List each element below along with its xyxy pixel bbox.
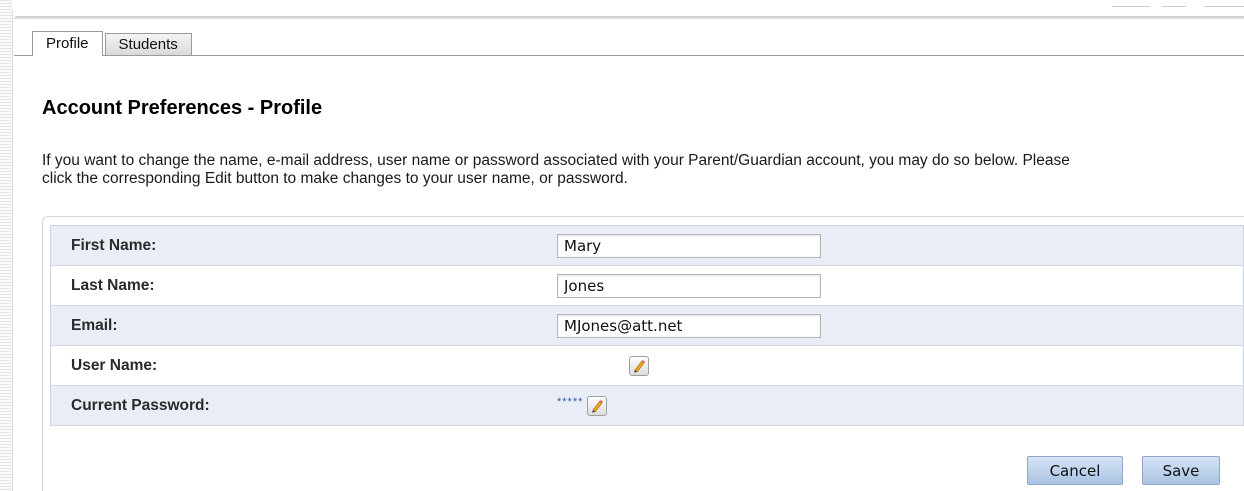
last-name-input[interactable] — [557, 273, 821, 298]
current-password-label: Current Password: — [50, 385, 557, 426]
masked-password: ***** — [557, 395, 584, 408]
content-frame-top-border — [14, 16, 1244, 19]
current-password-cell: ***** — [557, 385, 1244, 426]
page-description: If you want to change the name, e-mail a… — [42, 152, 1244, 188]
description-line: click the corresponding Edit button to m… — [42, 170, 628, 187]
user-name-label: User Name: — [50, 345, 557, 386]
top-edge-mark — [1162, 6, 1186, 7]
description-line: If you want to change the name, e-mail a… — [42, 152, 1070, 169]
email-label: Email: — [50, 305, 557, 346]
edit-password-button[interactable] — [587, 395, 608, 416]
form-row-user-name: User Name: — [50, 345, 1244, 386]
last-name-label: Last Name: — [50, 265, 557, 306]
first-name-cell — [557, 225, 1244, 266]
page-title: Account Preferences - Profile — [42, 97, 323, 119]
pencil-icon — [634, 359, 645, 372]
pencil-icon — [592, 399, 604, 412]
tab-students[interactable]: Students — [104, 33, 192, 56]
first-name-input[interactable] — [557, 233, 821, 258]
left-rail-scrollbar[interactable] — [0, 0, 13, 491]
profile-form-table: First Name: Last Name: Email: User Name: — [50, 225, 1244, 426]
form-row-last-name: Last Name: — [50, 265, 1244, 306]
tab-baseline — [14, 55, 1244, 56]
save-button[interactable]: Save — [1142, 456, 1220, 485]
tab-bar: Profile Students — [32, 30, 194, 56]
top-edge — [12, 0, 1244, 10]
user-name-cell — [557, 345, 1244, 386]
form-actions: Cancel Save — [1027, 456, 1220, 485]
first-name-label: First Name: — [50, 225, 557, 266]
form-row-email: Email: — [50, 305, 1244, 346]
edit-user-name-button[interactable] — [629, 355, 649, 376]
email-input[interactable] — [557, 313, 821, 338]
account-preferences-page: Profile Students Account Preferences - P… — [0, 0, 1244, 491]
email-cell — [557, 305, 1244, 346]
cancel-button[interactable]: Cancel — [1027, 456, 1123, 485]
form-row-first-name: First Name: — [50, 225, 1244, 266]
form-row-current-password: Current Password: ***** — [50, 385, 1244, 426]
top-edge-mark — [1204, 6, 1244, 7]
top-edge-mark — [1112, 6, 1150, 7]
tab-profile[interactable]: Profile — [32, 31, 103, 56]
last-name-cell — [557, 265, 1244, 306]
